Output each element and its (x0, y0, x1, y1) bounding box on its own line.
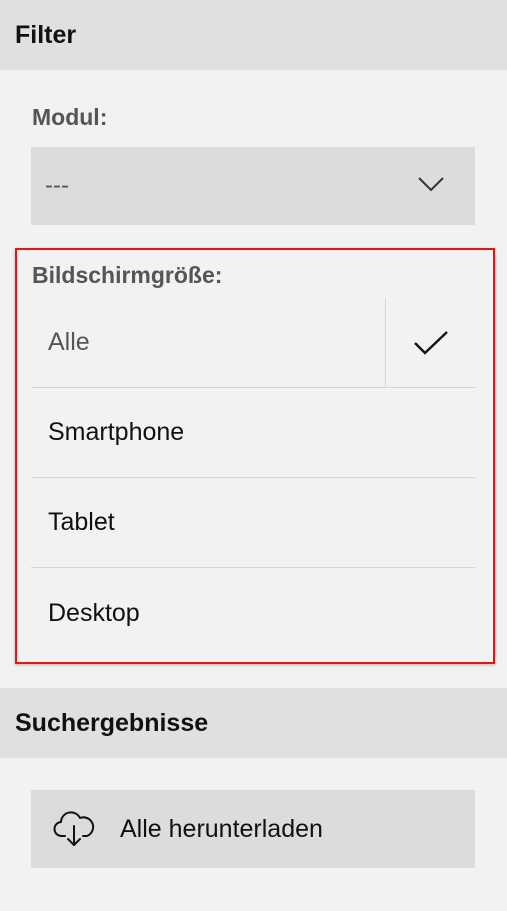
option-smartphone[interactable]: Smartphone (31, 388, 475, 478)
filter-title: Filter (15, 20, 77, 49)
modul-select-value: --- (45, 172, 69, 199)
option-desktop[interactable]: Desktop (31, 568, 475, 658)
checkmark-icon (414, 331, 448, 355)
modul-label: Modul: (32, 104, 108, 130)
results-header: Suchergebnisse (0, 688, 507, 758)
option-alle[interactable]: Alle (31, 298, 475, 388)
option-label: Smartphone (48, 418, 185, 446)
screen-size-options: Alle Smartphone Tablet Desktop (31, 298, 475, 658)
chevron-down-icon (418, 177, 444, 192)
download-all-button[interactable]: Alle herunterladen (31, 790, 475, 868)
modul-select[interactable]: --- (31, 147, 475, 225)
option-label: Alle (48, 328, 90, 356)
cloud-download-icon (53, 811, 95, 846)
option-label: Tablet (48, 508, 115, 536)
option-tablet[interactable]: Tablet (31, 478, 475, 568)
filter-header: Filter (0, 0, 507, 70)
option-divider (385, 298, 386, 388)
screen-size-label: Bildschirmgröße: (32, 262, 223, 288)
download-all-label: Alle herunterladen (120, 815, 323, 843)
option-label: Desktop (48, 598, 140, 627)
results-title: Suchergebnisse (15, 708, 209, 737)
